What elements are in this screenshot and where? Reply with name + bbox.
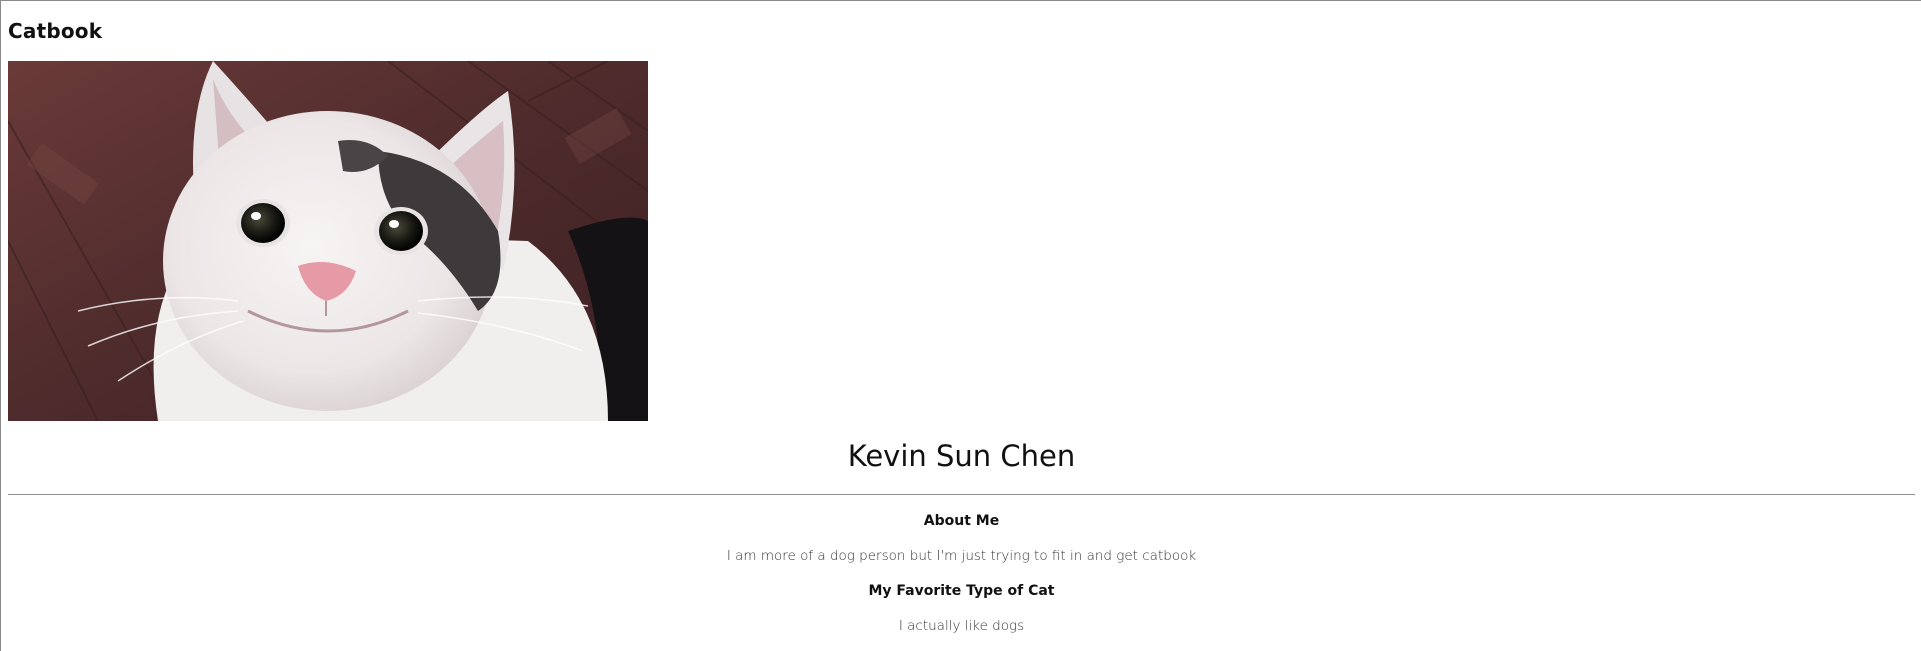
smiling-cat-photo-icon (8, 61, 648, 421)
about-heading: About Me (923, 513, 1000, 529)
divider (8, 494, 1915, 495)
navbar-title[interactable]: Catbook (8, 19, 102, 43)
about-text: I am more of a dog person but I'm just t… (726, 548, 1197, 564)
profile-name: Kevin Sun Chen (847, 439, 1076, 473)
favorite-cat-text: I actually like dogs (898, 618, 1025, 634)
favorite-cat-heading: My Favorite Type of Cat (868, 583, 1055, 599)
profile-photo (8, 61, 648, 421)
